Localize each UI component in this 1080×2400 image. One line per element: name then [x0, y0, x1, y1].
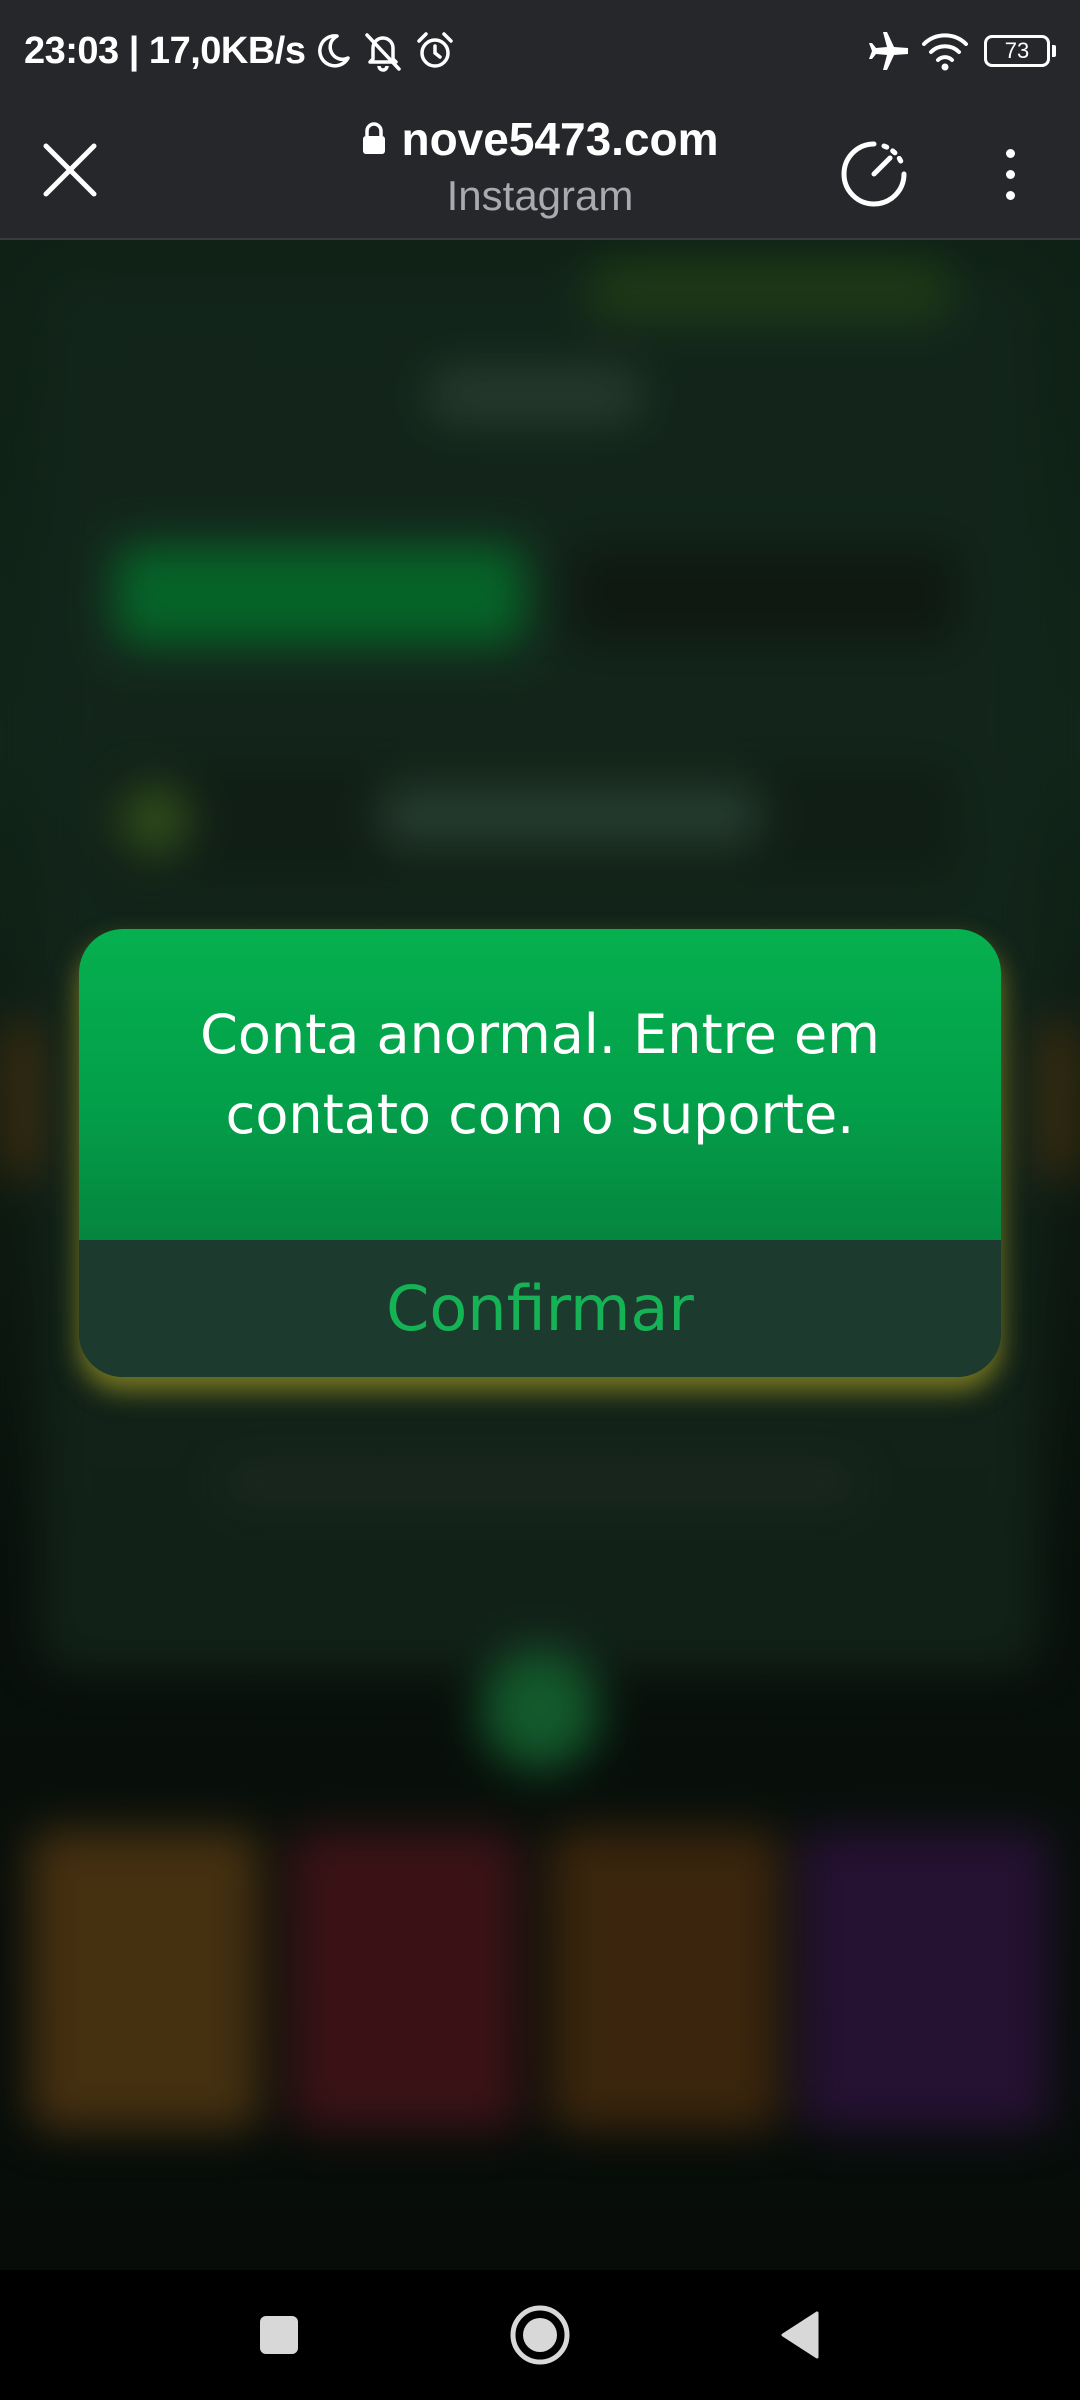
dialog-header: Conta anormal. Entre em contato com o su… — [79, 929, 1001, 1240]
more-vertical-icon-dot — [1005, 169, 1015, 179]
back-triangle-icon — [781, 2311, 819, 2359]
status-right: 73 — [858, 28, 1056, 74]
confirm-button-label: Confirmar — [386, 1272, 694, 1345]
close-button[interactable] — [30, 130, 110, 210]
more-vertical-icon — [1005, 148, 1015, 158]
battery-level: 73 — [984, 35, 1050, 67]
status-time-speed: 23:03 | 17,0KB/s — [24, 29, 306, 72]
battery-icon: 73 — [984, 35, 1056, 67]
status-left: 23:03 | 17,0KB/s — [24, 29, 457, 73]
airplane-icon — [866, 28, 912, 74]
url-text: nove5473.com — [401, 113, 719, 165]
url-block[interactable]: nove5473.com Instagram — [240, 112, 840, 220]
speedometer-icon — [841, 141, 907, 207]
confirm-button[interactable]: Confirmar — [79, 1240, 1001, 1377]
home-button[interactable] — [495, 2290, 585, 2380]
more-vertical-icon-dot — [1005, 190, 1015, 200]
battery-tip — [1052, 45, 1056, 57]
alert-dialog: Conta anormal. Entre em contato com o su… — [79, 929, 1001, 1377]
alarm-icon — [413, 29, 457, 73]
source-app-label: Instagram — [446, 172, 634, 219]
recents-button[interactable] — [234, 2290, 324, 2380]
close-icon — [43, 143, 97, 197]
status-bar: 23:03 | 17,0KB/s 73 — [0, 0, 1080, 102]
wifi-icon — [920, 29, 970, 73]
home-circle-icon — [510, 2305, 570, 2365]
system-navigation-bar — [0, 2270, 1080, 2400]
more-options-button[interactable] — [990, 134, 1030, 214]
url-line: nove5473.com — [240, 112, 840, 166]
recents-square-icon — [260, 2316, 298, 2354]
dialog-message: Conta anormal. Entre em contato com o su… — [200, 1002, 880, 1146]
speedometer-button[interactable] — [834, 134, 914, 214]
browser-toolbar: nove5473.com Instagram — [0, 102, 1080, 240]
back-button[interactable] — [756, 2290, 846, 2380]
lock-icon — [361, 122, 387, 156]
bell-off-icon — [361, 29, 405, 73]
moon-icon — [313, 31, 353, 71]
